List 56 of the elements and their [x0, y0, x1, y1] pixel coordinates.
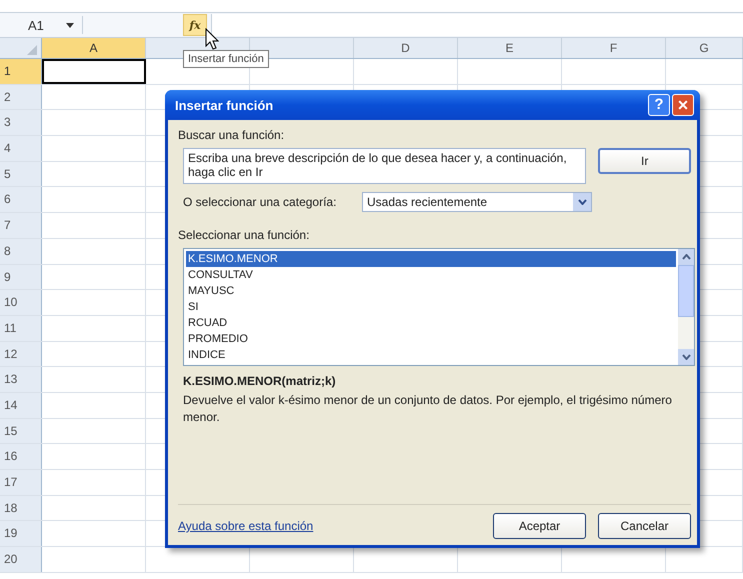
function-list-item[interactable]: PROMEDIO: [186, 331, 676, 347]
row-header[interactable]: 15: [0, 418, 42, 444]
formula-field[interactable]: [211, 14, 743, 36]
row-header[interactable]: 2: [0, 84, 42, 110]
function-list-item[interactable]: INDICE: [186, 347, 676, 363]
column-header[interactable]: G: [666, 38, 743, 58]
search-label: Buscar una función:: [178, 128, 286, 142]
function-signature: K.ESIMO.MENOR(matriz;k): [182, 374, 337, 388]
dropdown-caret-icon[interactable]: [66, 22, 74, 28]
scroll-up-icon[interactable]: [682, 254, 690, 260]
close-button[interactable]: ×: [672, 94, 694, 116]
function-list-label: Seleccionar una función:: [178, 228, 310, 242]
scroll-down-icon[interactable]: [682, 354, 690, 360]
help-button[interactable]: ?: [648, 94, 670, 116]
scroll-bar[interactable]: [678, 249, 694, 365]
row-header[interactable]: 6: [0, 187, 42, 212]
go-button[interactable]: Ir: [598, 148, 691, 174]
dialog-button[interactable]: Cancelar: [598, 513, 691, 539]
row-header[interactable]: 19: [0, 521, 42, 546]
column-header[interactable]: A: [42, 38, 146, 58]
row-header[interactable]: 12: [0, 342, 42, 366]
row-header[interactable]: 17: [0, 470, 42, 495]
row-header[interactable]: 11: [0, 316, 42, 341]
row-header[interactable]: 1: [0, 59, 42, 84]
row-header[interactable]: 7: [0, 213, 42, 238]
function-list-item[interactable]: SI: [186, 299, 676, 315]
function-list-item[interactable]: K.ESIMO.MENOR: [186, 251, 676, 267]
row-header[interactable]: 8: [0, 238, 42, 264]
row-header[interactable]: 3: [0, 110, 42, 136]
search-field[interactable]: Escriba una breve descripción de lo que desea hacer y, a continuación, haga clic en Ir: [183, 148, 586, 184]
column-header[interactable]: E: [458, 38, 562, 58]
row-header[interactable]: 5: [0, 162, 42, 186]
function-description: Devuelve el valor k-ésimo menor de un conjunto de datos. Por ejemplo, el trigésimo número menor.: [182, 392, 673, 426]
row-header[interactable]: 16: [0, 444, 42, 469]
name-box[interactable]: A1: [0, 18, 60, 32]
function-list-item[interactable]: CONSULTAV: [186, 267, 676, 283]
category-label: O seleccionar una categoría:: [183, 195, 336, 209]
row-header[interactable]: 13: [0, 367, 42, 392]
row-header[interactable]: 18: [0, 496, 42, 520]
row-header[interactable]: 4: [0, 136, 42, 161]
row-header[interactable]: 20: [0, 547, 42, 572]
dialog-button[interactable]: Aceptar: [493, 513, 586, 539]
row-header[interactable]: 9: [0, 264, 42, 290]
help-link[interactable]: Ayuda sobre esta función: [178, 519, 314, 533]
insert-function-button[interactable]: fx: [183, 14, 207, 36]
function-list-item[interactable]: MAYUSC: [186, 283, 676, 299]
column-header[interactable]: D: [354, 38, 458, 58]
category-dropdown[interactable]: Usadas recientemente: [362, 192, 592, 212]
row-header[interactable]: 10: [0, 290, 42, 315]
row-header[interactable]: 14: [0, 392, 42, 418]
active-cell[interactable]: [42, 59, 146, 84]
function-list-item[interactable]: RCUAD: [186, 315, 676, 331]
chevron-down-icon[interactable]: [578, 199, 586, 205]
tooltip: Insertar función: [183, 50, 269, 68]
dialog-title: Insertar función: [175, 98, 274, 112]
column-header[interactable]: F: [562, 38, 666, 58]
